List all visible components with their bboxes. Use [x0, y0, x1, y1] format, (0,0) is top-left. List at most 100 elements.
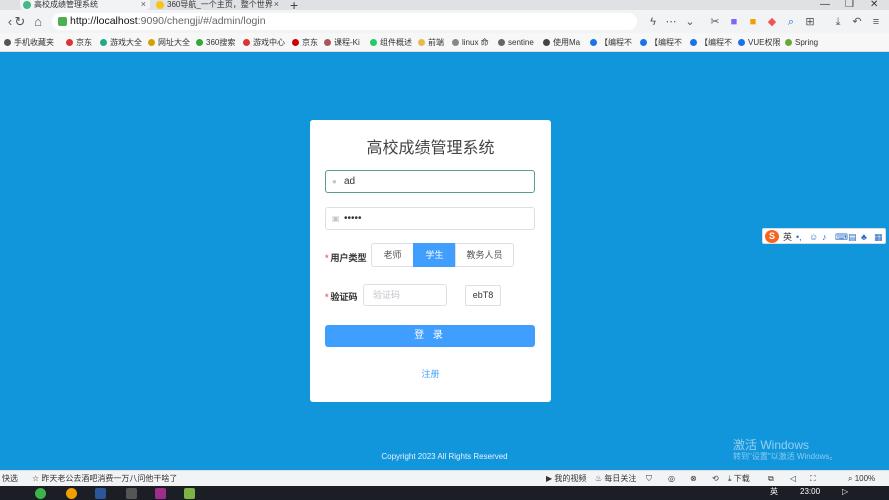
bookmark-item[interactable]: 京东: [66, 36, 92, 49]
bookmarks-bar: 手机收藏夹 京东 游戏大全 网址大全 360搜索 游戏中心 京东 课程-Ki 组…: [0, 33, 889, 52]
toolbox-icon[interactable]: ▤: [848, 230, 857, 244]
more-icon[interactable]: ⋯: [664, 15, 678, 29]
bookmark-item[interactable]: 手机收藏夹: [4, 36, 54, 49]
bookmark-icon: [148, 39, 155, 46]
my-video-link[interactable]: ▶ 我的视频: [546, 473, 586, 485]
status-left-text: 快选: [2, 474, 18, 483]
menu-icon[interactable]: ≡: [869, 15, 883, 29]
shield-icon[interactable]: ⛉: [646, 473, 652, 485]
reload-icon[interactable]: ↻: [12, 14, 28, 30]
user-type-staff[interactable]: 教务人员: [455, 243, 514, 267]
show-desktop-icon[interactable]: ▷: [842, 487, 848, 497]
skin-icon[interactable]: ♣: [861, 230, 867, 244]
tab-active[interactable]: 高校成绩管理系统 ×: [20, 0, 150, 10]
grid-icon[interactable]: ▦: [874, 230, 883, 244]
scissors-icon[interactable]: ✂: [708, 15, 722, 29]
extension-icon[interactable]: ■: [727, 15, 741, 29]
bookmark-item[interactable]: 京东: [292, 36, 318, 49]
ime-toolbar: S 英 •, ☺ ♪ ⌨ ▤ ♣ ▦: [762, 228, 886, 244]
download-icon[interactable]: ⤓: [831, 15, 845, 29]
sogou-logo-icon[interactable]: S: [765, 230, 779, 243]
daily-focus-link[interactable]: ♨ 每日关注: [595, 473, 636, 485]
new-tab-icon[interactable]: +: [290, 0, 298, 10]
bookmark-item[interactable]: linux 命: [452, 36, 489, 49]
cleanup-icon[interactable]: ⊗: [690, 473, 697, 485]
punctuation-icon[interactable]: •,: [796, 230, 802, 244]
history-icon[interactable]: ⟲: [712, 473, 719, 485]
register-link[interactable]: 注册: [310, 367, 551, 380]
speedup-icon[interactable]: ◎: [668, 473, 675, 485]
grid-icon[interactable]: ⊞: [803, 15, 817, 29]
lightning-icon[interactable]: ϟ: [646, 15, 660, 29]
minimize-icon[interactable]: —: [820, 0, 830, 10]
keyboard-icon[interactable]: ⌨: [835, 230, 848, 244]
app-taskbar-icon[interactable]: [126, 488, 137, 499]
captcha-image[interactable]: ebT8: [465, 285, 501, 306]
emoji-icon[interactable]: ☺: [809, 230, 818, 244]
bookmark-item[interactable]: 使用Ma: [543, 36, 580, 49]
bookmark-item[interactable]: 【编程不: [590, 36, 632, 49]
captcha-label: * 验证码: [325, 292, 358, 302]
captcha-input[interactable]: 验证码: [363, 284, 447, 306]
bookmark-item[interactable]: 【编程不: [640, 36, 682, 49]
password-value: •••••: [344, 213, 362, 224]
bookmark-icon: [543, 39, 550, 46]
tab-inactive[interactable]: 360导航_一个主页，整个世界 ×: [153, 0, 283, 10]
bookmark-item[interactable]: 【编程不: [690, 36, 732, 49]
bookmark-item[interactable]: 游戏大全: [100, 36, 142, 49]
browser-tab-bar: 高校成绩管理系统 × 360导航_一个主页，整个世界 × + — ❐ ✕: [0, 0, 889, 10]
url-bar[interactable]: http://localhost:9090/chengji/#/admin/lo…: [52, 13, 637, 30]
ime-language[interactable]: 英: [783, 230, 792, 244]
bookmark-item[interactable]: 课程-Ki: [324, 36, 360, 49]
home-icon[interactable]: ⌂: [30, 14, 46, 30]
bookmark-icon: [100, 39, 107, 46]
bookmark-item[interactable]: 组件概述: [370, 36, 412, 49]
undo-icon[interactable]: ↶: [850, 15, 864, 29]
bookmark-item[interactable]: sentine: [498, 36, 534, 49]
address-toolbar: ‹ ↻ ⌂ http://localhost:9090/chengji/#/ad…: [0, 10, 889, 33]
taskbar-language[interactable]: 英: [770, 487, 778, 497]
fullscreen-icon[interactable]: ⛶: [810, 473, 816, 485]
news-ticker[interactable]: ☆ 昨天老公去酒吧消费一万八问他干啥了: [32, 473, 177, 485]
360-browser-taskbar-icon[interactable]: [35, 488, 46, 499]
user-type-label: * 用户类型: [325, 253, 367, 263]
restore-icon[interactable]: ❐: [845, 0, 854, 10]
microphone-icon[interactable]: ♪: [822, 230, 827, 244]
close-tab-icon[interactable]: ×: [141, 0, 146, 9]
bookmark-item[interactable]: 前端: [418, 36, 444, 49]
zoom-level[interactable]: ⌕ 100%: [848, 473, 875, 485]
taskbar-clock[interactable]: 23:00: [800, 487, 820, 497]
screenshot-icon[interactable]: ⧉: [768, 473, 774, 485]
user-type-teacher[interactable]: 老师: [371, 243, 414, 267]
chevron-down-icon[interactable]: ⌄: [683, 15, 697, 29]
word-taskbar-icon[interactable]: [95, 488, 106, 499]
bookmark-item[interactable]: VUE权限: [738, 36, 780, 49]
tab-title: 360导航_一个主页，整个世界: [167, 0, 273, 9]
bookmark-item[interactable]: Spring: [785, 36, 818, 49]
page-title: 高校成绩管理系统: [366, 140, 495, 157]
close-tab-icon[interactable]: ×: [274, 0, 279, 9]
user-type-student[interactable]: 学生: [413, 243, 456, 267]
bookmark-item[interactable]: 网址大全: [148, 36, 190, 49]
close-window-icon[interactable]: ✕: [870, 0, 878, 10]
bookmark-item[interactable]: 游戏中心: [243, 36, 285, 49]
sound-icon[interactable]: ◁: [790, 473, 796, 485]
bookmark-icon: [498, 39, 505, 46]
fox-extension-icon[interactable]: ◆: [765, 15, 779, 29]
user-icon: ●: [332, 177, 337, 186]
download-link[interactable]: ⤓ 下载: [728, 473, 750, 485]
username-input[interactable]: ● ad: [325, 170, 535, 193]
notepad-taskbar-icon[interactable]: [184, 488, 195, 499]
password-input[interactable]: ▣ •••••: [325, 207, 535, 230]
bookmark-icon: [370, 39, 377, 46]
extension-icon[interactable]: ■: [746, 15, 760, 29]
bookmark-icon: [196, 39, 203, 46]
360-favicon-icon: [156, 1, 164, 9]
bookmark-item[interactable]: 360搜索: [196, 36, 235, 49]
folder-icon: [418, 39, 425, 46]
bookmark-icon: [738, 39, 745, 46]
intellij-taskbar-icon[interactable]: [155, 488, 166, 499]
search-icon[interactable]: ⌕: [784, 15, 798, 29]
search-taskbar-icon[interactable]: [66, 488, 77, 499]
login-button[interactable]: 登 录: [325, 325, 535, 347]
